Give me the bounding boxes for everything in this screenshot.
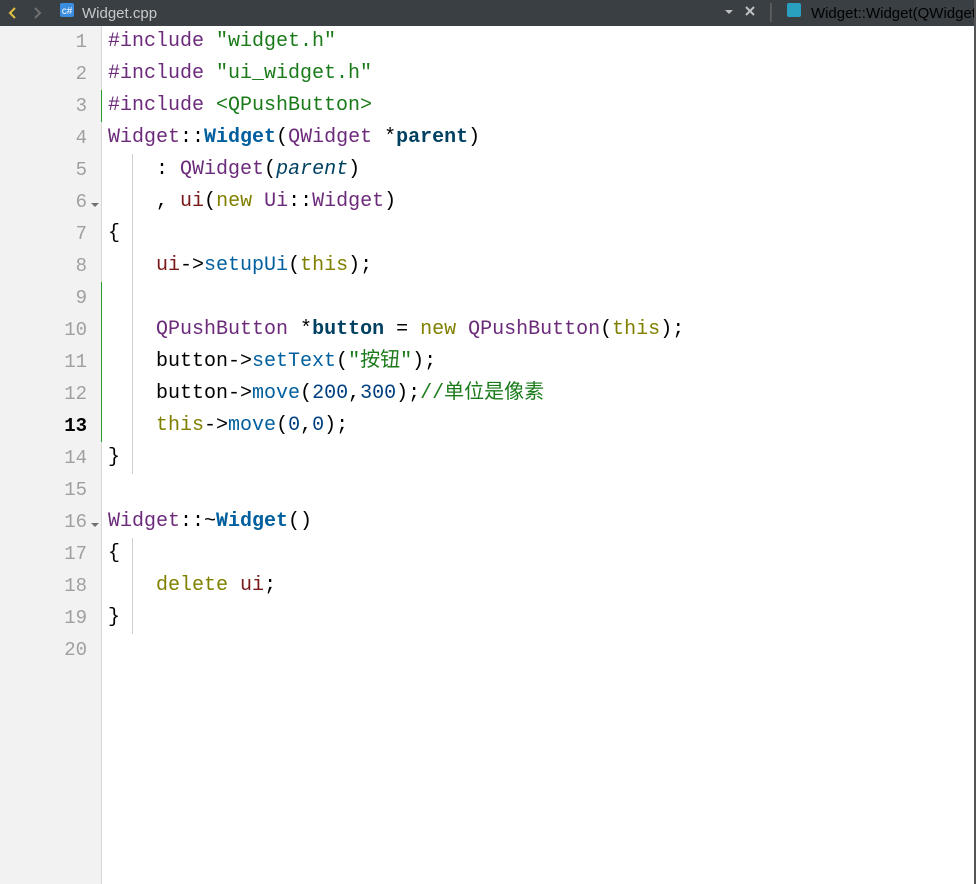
- gutter-row: 5: [0, 154, 101, 186]
- line-number[interactable]: 5: [0, 159, 101, 181]
- gutter-row: 13: [0, 410, 101, 442]
- line-number[interactable]: 19: [0, 607, 101, 629]
- tab-bar: c# Widget.cpp | Widget::Widget(QWidget: [0, 0, 976, 26]
- code-line[interactable]: : QWidget(parent): [108, 154, 976, 186]
- scope-guide: [132, 538, 133, 634]
- editor: 1234567891011121314151617181920 #include…: [0, 26, 976, 884]
- line-number[interactable]: 14: [0, 447, 101, 469]
- gutter-row: 12: [0, 378, 101, 410]
- line-number[interactable]: 6: [0, 191, 101, 213]
- gutter-row: 3: [0, 90, 101, 122]
- code-line[interactable]: [108, 474, 976, 506]
- code-line[interactable]: #include <QPushButton>: [108, 90, 976, 122]
- dropdown-icon[interactable]: [723, 2, 735, 25]
- gutter: 1234567891011121314151617181920: [0, 26, 102, 884]
- fold-toggle-icon[interactable]: [89, 515, 103, 529]
- code-line[interactable]: [108, 634, 976, 666]
- gutter-row: 19: [0, 602, 101, 634]
- line-number[interactable]: 1: [0, 31, 101, 53]
- gutter-row: 4: [0, 122, 101, 154]
- code-line[interactable]: #include "ui_widget.h": [108, 58, 976, 90]
- code-line[interactable]: ui->setupUi(this);: [108, 250, 976, 282]
- code-line[interactable]: button->setText("按钮");: [108, 346, 976, 378]
- code-line[interactable]: Widget::Widget(QWidget *parent): [108, 122, 976, 154]
- line-number[interactable]: 2: [0, 63, 101, 85]
- close-icon[interactable]: [743, 2, 757, 25]
- svg-text:c#: c#: [62, 6, 73, 17]
- line-number[interactable]: 9: [0, 287, 101, 309]
- breadcrumb[interactable]: Widget::Widget(QWidget: [811, 5, 976, 22]
- code-line[interactable]: }: [108, 442, 976, 474]
- gutter-row: 20: [0, 634, 101, 666]
- code-line[interactable]: #include "widget.h": [108, 26, 976, 58]
- code-area[interactable]: #include "widget.h"#include "ui_widget.h…: [102, 26, 976, 884]
- symbol-icon: [785, 1, 803, 26]
- line-number[interactable]: 10: [0, 319, 101, 341]
- gutter-row: 11: [0, 346, 101, 378]
- code-line[interactable]: }: [108, 602, 976, 634]
- line-number[interactable]: 18: [0, 575, 101, 597]
- code-line[interactable]: button->move(200,300);//单位是像素: [108, 378, 976, 410]
- cpp-file-icon: c#: [58, 1, 76, 26]
- line-number[interactable]: 11: [0, 351, 101, 373]
- gutter-row: 9: [0, 282, 101, 314]
- code-line[interactable]: , ui(new Ui::Widget): [108, 186, 976, 218]
- line-number[interactable]: 8: [0, 255, 101, 277]
- gutter-row: 7: [0, 218, 101, 250]
- gutter-row: 14: [0, 442, 101, 474]
- code-line[interactable]: QPushButton *button = new QPushButton(th…: [108, 314, 976, 346]
- gutter-row: 16: [0, 506, 101, 538]
- line-number[interactable]: 7: [0, 223, 101, 245]
- gutter-row: 6: [0, 186, 101, 218]
- gutter-row: 10: [0, 314, 101, 346]
- line-number[interactable]: 4: [0, 127, 101, 149]
- line-number[interactable]: 20: [0, 639, 101, 661]
- scope-guide: [132, 154, 133, 474]
- forward-icon[interactable]: [30, 6, 44, 20]
- line-number[interactable]: 16: [0, 511, 101, 533]
- code-line[interactable]: Widget::~Widget(): [108, 506, 976, 538]
- code-line[interactable]: {: [108, 218, 976, 250]
- code-line[interactable]: this->move(0,0);: [108, 410, 976, 442]
- code-line[interactable]: {: [108, 538, 976, 570]
- gutter-row: 2: [0, 58, 101, 90]
- back-icon[interactable]: [6, 6, 20, 20]
- fold-toggle-icon[interactable]: [89, 195, 103, 209]
- line-number[interactable]: 3: [0, 95, 101, 117]
- line-number[interactable]: 15: [0, 479, 101, 501]
- line-number[interactable]: 12: [0, 383, 101, 405]
- file-tab[interactable]: c# Widget.cpp: [50, 0, 165, 26]
- line-number[interactable]: 17: [0, 543, 101, 565]
- gutter-row: 8: [0, 250, 101, 282]
- tab-nav: [0, 6, 50, 20]
- gutter-row: 17: [0, 538, 101, 570]
- gutter-row: 15: [0, 474, 101, 506]
- code-line[interactable]: delete ui;: [108, 570, 976, 602]
- gutter-row: 1: [0, 26, 101, 58]
- line-number[interactable]: 13: [0, 415, 101, 437]
- code-line[interactable]: [108, 282, 976, 314]
- gutter-row: 18: [0, 570, 101, 602]
- tab-title: Widget.cpp: [82, 5, 157, 22]
